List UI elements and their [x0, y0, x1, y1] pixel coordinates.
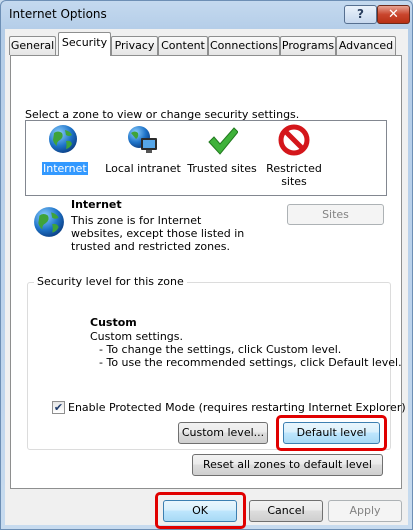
close-button[interactable]: ✕ [377, 5, 410, 24]
window-title: Internet Options [9, 7, 107, 21]
security-level-name: Custom [90, 316, 137, 329]
zone-item-local-intranet[interactable]: Local intranet [102, 121, 184, 191]
security-level-desc-1: Custom settings. [90, 330, 184, 343]
selected-zone-name: Internet [71, 198, 122, 211]
globe-icon [34, 207, 64, 237]
protected-mode-label[interactable]: Enable Protected Mode (requires restarti… [68, 401, 406, 414]
title-bar[interactable]: Internet Options ? ✕ [1, 1, 412, 29]
sites-button[interactable]: Sites [287, 204, 384, 225]
apply-button[interactable]: Apply [328, 500, 402, 522]
zone-label-internet: Internet [42, 162, 88, 175]
tab-content[interactable]: Content [158, 36, 208, 55]
question-icon: ? [357, 7, 364, 21]
protected-mode-checkbox[interactable]: ✔ [52, 401, 65, 414]
zone-label-trusted-sites: Trusted sites [187, 162, 257, 175]
reset-all-zones-button[interactable]: Reset all zones to default level [192, 454, 383, 476]
tab-programs[interactable]: Programs [280, 36, 336, 55]
tab-connections[interactable]: Connections [208, 36, 280, 55]
internet-options-window: Internet Options ? ✕ General Security Pr… [0, 0, 413, 530]
help-button[interactable]: ? [344, 5, 377, 24]
tab-general[interactable]: General [9, 36, 56, 55]
cancel-button[interactable]: Cancel [249, 500, 323, 522]
zone-item-trusted-sites[interactable]: Trusted sites [186, 121, 258, 191]
close-icon: ✕ [388, 7, 399, 22]
selected-zone-description: This zone is for Internet websites, exce… [71, 214, 245, 253]
highlight-ok [155, 492, 246, 529]
zone-item-restricted-sites[interactable]: Restricted sites [262, 121, 326, 195]
zone-label-restricted-sites: Restricted sites [266, 162, 322, 188]
intranet-icon [128, 126, 157, 153]
zone-label-local-intranet: Local intranet [105, 162, 181, 175]
globe-icon [49, 125, 77, 153]
security-level-desc-3: - To use the recommended settings, click… [99, 356, 402, 369]
zone-list: Internet Local intranet Trusted sites Re… [25, 120, 387, 196]
security-level-group-title: Security level for this zone [34, 275, 187, 288]
restricted-icon [278, 124, 310, 156]
tab-advanced[interactable]: Advanced [336, 36, 396, 55]
tab-privacy[interactable]: Privacy [111, 36, 158, 55]
security-panel: Select a zone to view or change security… [10, 55, 406, 489]
dialog-client: General Security Privacy Content Connect… [5, 29, 408, 529]
checkmark-icon [208, 127, 238, 155]
highlight-default-level [276, 415, 387, 451]
custom-level-button[interactable]: Custom level... [178, 422, 268, 444]
tab-security[interactable]: Security [58, 32, 111, 56]
security-level-desc-2: - To change the settings, click Custom l… [99, 343, 342, 356]
zone-item-internet[interactable]: Internet [32, 121, 96, 191]
